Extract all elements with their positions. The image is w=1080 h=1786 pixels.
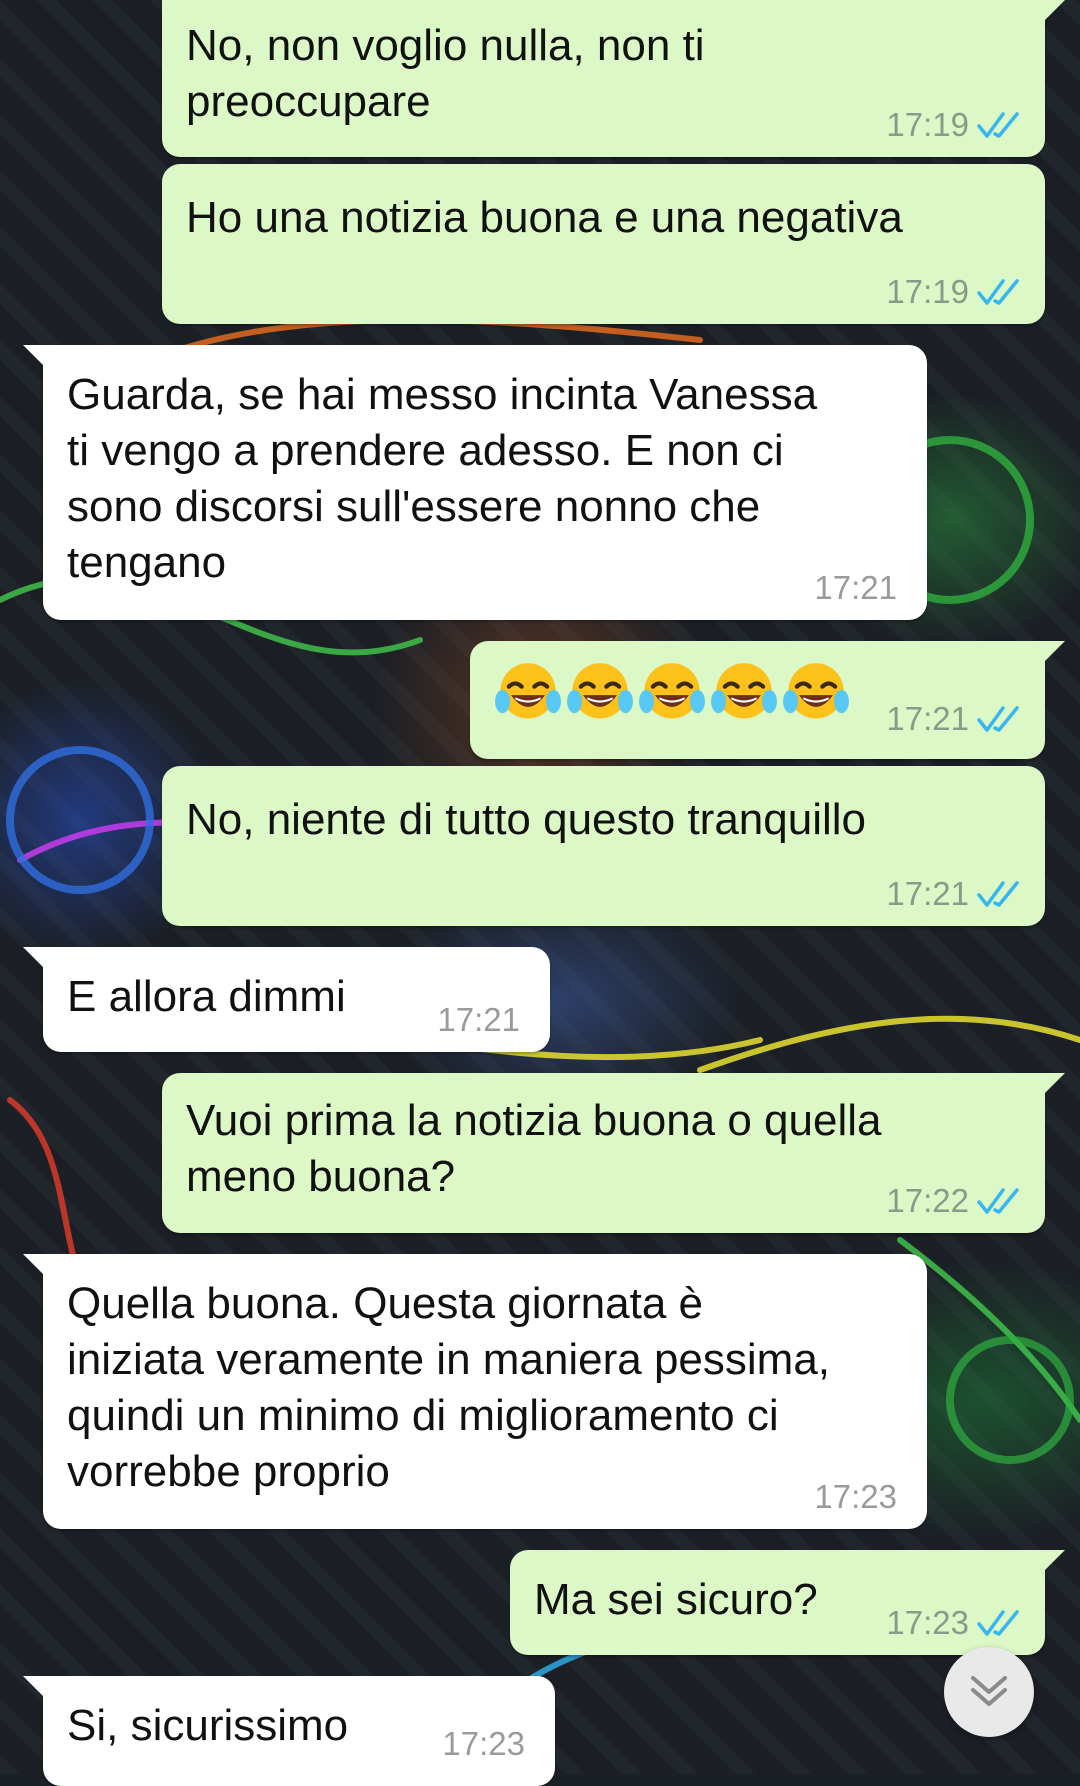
face-with-tears-of-joy-icon [783,663,849,719]
face-with-tears-of-joy-icon [711,663,777,719]
double-chevron-down-icon [971,1676,1007,1706]
message-bubble-outgoing[interactable]: Ma sei sicuro? 17:23 [510,1550,1065,1655]
message-time: 17:21 [437,1001,520,1038]
face-with-tears-of-joy-icon [639,663,705,719]
message-text: Si, sicurissimo [67,1701,349,1750]
message-bubble-incoming[interactable]: Quella buona. Questa giornata è iniziata… [23,1254,927,1529]
message-time: 17:23 [442,1725,525,1762]
message-time: 17:22 [886,1182,969,1219]
message-time: 17:19 [886,273,969,310]
read-receipt-icon [977,881,1019,907]
scroll-to-bottom-button[interactable] [944,1647,1034,1737]
message-text: No, niente di tutto questo tranquillo [186,795,867,844]
read-receipt-icon [977,112,1019,138]
message-list[interactable]: No, non voglio nulla, non ti preoccupare… [0,0,1080,1786]
message-meta: 17:19 [886,272,1023,312]
message-meta: 17:23 [814,1477,897,1517]
message-meta: 17:23 [442,1724,525,1764]
message-meta: 17:21 [886,699,1023,739]
read-receipt-icon [977,706,1019,732]
message-text: Quella buona. Questa giornata è iniziata… [67,1279,831,1496]
message-text: Ho una notizia buona e una negativa [186,193,903,242]
message-text: No, non voglio nulla, non ti preoccupare [186,21,705,126]
face-with-tears-of-joy-icon [495,663,561,719]
message-meta: 17:21 [886,874,1023,914]
message-time: 17:23 [886,1604,969,1641]
message-bubble-outgoing[interactable]: Ho una notizia buona e una negativa 17:1… [162,164,1045,324]
message-text: Guarda, se hai messo incinta Vanessa ti … [67,370,818,587]
message-meta: 17:22 [886,1181,1023,1221]
message-time: 17:21 [814,569,897,606]
message-bubble-incoming[interactable]: Si, sicurissimo 17:23 [23,1676,555,1786]
message-bubble-outgoing[interactable]: No, niente di tutto questo tranquillo 17… [162,766,1045,926]
read-receipt-icon [977,279,1019,305]
emoji-row [494,659,850,727]
message-text: E allora dimmi [67,972,346,1021]
message-bubble-incoming[interactable]: Guarda, se hai messo incinta Vanessa ti … [23,345,927,620]
message-bubble-outgoing[interactable]: Vuoi prima la notizia buona o quella men… [162,1073,1065,1233]
message-bubble-outgoing[interactable]: No, non voglio nulla, non ti preoccupare… [162,0,1065,157]
message-text: Vuoi prima la notizia buona o quella men… [186,1096,882,1201]
message-time: 17:21 [886,700,969,737]
read-receipt-icon [977,1610,1019,1636]
message-bubble-outgoing[interactable]: 17:21 [470,641,1065,759]
message-bubble-incoming[interactable]: E allora dimmi 17:21 [23,947,550,1052]
message-time: 17:21 [886,875,969,912]
face-with-tears-of-joy-icon [567,663,633,719]
message-meta: 17:23 [886,1603,1023,1643]
message-meta: 17:21 [437,1000,520,1040]
message-text: Ma sei sicuro? [534,1575,818,1624]
message-time: 17:19 [886,106,969,143]
message-meta: 17:21 [814,568,897,608]
message-meta: 17:19 [886,105,1023,145]
message-time: 17:23 [814,1478,897,1515]
read-receipt-icon [977,1188,1019,1214]
